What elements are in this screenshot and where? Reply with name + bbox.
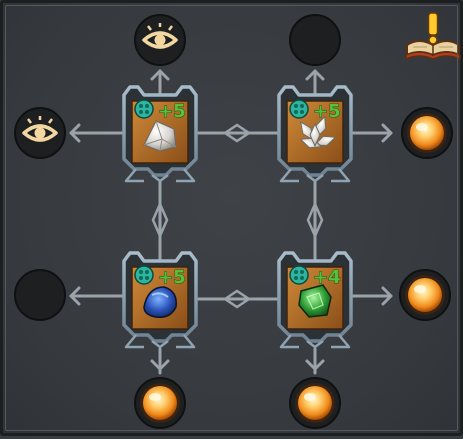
book-exclamation-icon[interactable]: [405, 12, 461, 61]
badge-dot: [145, 110, 149, 114]
bonus-label: +5: [158, 267, 186, 288]
badge-dot: [300, 104, 304, 108]
slot-bottom-right[interactable]: +4: [277, 251, 353, 349]
right-top-outlet[interactable]: [401, 107, 453, 159]
glowing-orb-icon: [143, 386, 177, 420]
eye-pupil: [34, 127, 46, 139]
orb-highlight: [416, 123, 428, 131]
socket-badge-icon: [134, 99, 154, 119]
badge-circle: [289, 265, 309, 285]
badge-dot: [145, 104, 149, 108]
badge-dot: [294, 110, 298, 114]
left-top-outlet[interactable]: [14, 107, 66, 159]
orb-highlight: [414, 285, 426, 293]
badge-dot: [294, 276, 298, 280]
badge-dot: [300, 276, 304, 280]
bottom-right-outlet[interactable]: [289, 377, 341, 429]
orb-highlight: [304, 393, 316, 401]
board-canvas: +5 +5 +5 +4: [14, 12, 461, 429]
badge-dot: [145, 270, 149, 274]
endpoint-layer: [14, 14, 453, 429]
socket-badge-icon: [289, 265, 309, 285]
eye-icon: [22, 116, 58, 142]
badge-dot: [139, 270, 143, 274]
socket-badge-icon: [289, 99, 309, 119]
badge-dot: [139, 104, 143, 108]
endpoint-socket: [289, 14, 341, 66]
badge-dot: [300, 110, 304, 114]
badge-dot: [300, 270, 304, 274]
orb-highlight: [149, 393, 161, 401]
badge-circle: [134, 265, 154, 285]
bonus-label: +5: [158, 101, 186, 122]
endpoint-socket: [14, 269, 66, 321]
badge-dot: [145, 276, 149, 280]
badge-dot: [139, 276, 143, 280]
glowing-orb-icon: [408, 278, 442, 312]
top-right-outlet[interactable]: [289, 14, 341, 66]
glowing-orb-icon: [410, 116, 444, 150]
bonus-label: +4: [313, 267, 341, 288]
eye-icon: [142, 23, 178, 49]
badge-circle: [289, 99, 309, 119]
slot-bottom-left[interactable]: +5: [122, 251, 198, 349]
badge-dot: [294, 104, 298, 108]
left-bottom-outlet[interactable]: [14, 269, 66, 321]
badge-dot: [294, 270, 298, 274]
socket-board: +5 +5 +5 +4: [0, 0, 463, 436]
badge-dot: [139, 110, 143, 114]
badge-circle: [134, 99, 154, 119]
eye-pupil: [154, 34, 166, 46]
slot-top-left[interactable]: +5: [122, 85, 198, 183]
bottom-left-outlet[interactable]: [134, 377, 186, 429]
top-left-outlet[interactable]: [134, 14, 186, 66]
glowing-orb-icon: [298, 386, 332, 420]
right-bottom-outlet[interactable]: [399, 269, 451, 321]
bonus-label: +5: [313, 101, 341, 122]
socket-badge-icon: [134, 265, 154, 285]
slot-top-right[interactable]: +5: [277, 85, 353, 183]
